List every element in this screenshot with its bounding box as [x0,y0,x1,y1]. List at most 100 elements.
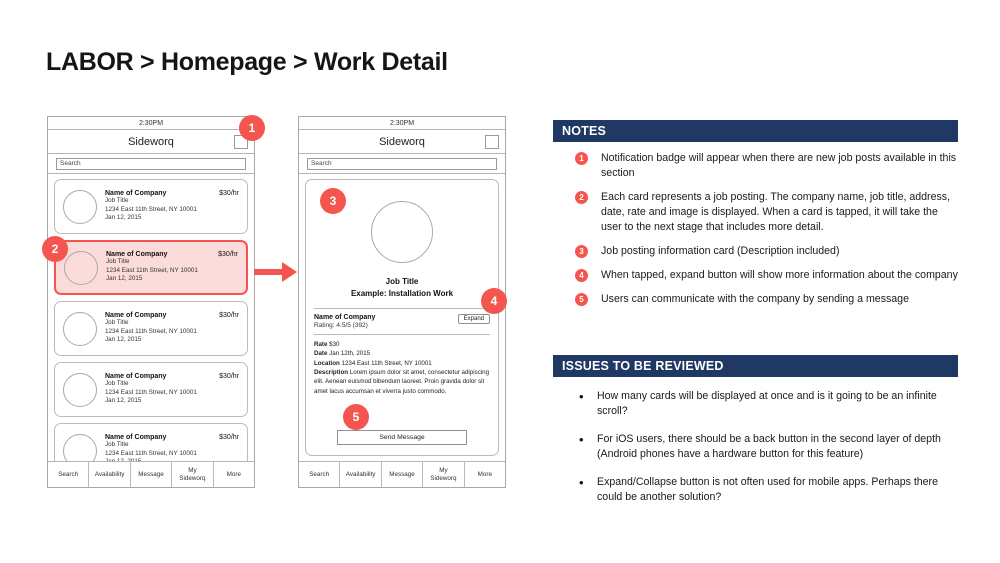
issues-list: • How many cards will be displayed at onc… [553,377,958,505]
nav-item-search[interactable]: Search [48,462,90,487]
job-spec-row: Date Jan 12th, 2015 [314,349,490,358]
job-card[interactable]: Name of Company $30/hr Job Title 1234 East … [54,179,248,234]
company-name: Name of Company [105,373,167,381]
callout-badge-5: 5 [343,404,369,430]
app-title: Sideworq [379,135,425,148]
phone-mockup-job-detail: 2:30PM Sideworq Search Job Title Example… [298,116,506,488]
company-avatar [63,189,97,224]
bottom-nav: Search Availability Message My Sideworq More [48,461,254,487]
notification-box-icon[interactable] [485,135,499,149]
nav-item-message[interactable]: Message [131,462,173,487]
search-input[interactable]: Search [307,157,497,170]
job-card[interactable]: Name of Company $30/hr Job Title 1234 East … [54,240,248,295]
company-name: Name of Company [105,190,167,198]
job-example: Example: Installation Work [350,288,454,298]
note-text: Notification badge will appear when ther… [601,152,957,180]
job-card-top-row: Name of Company $30/hr [106,251,238,258]
job-date: Jan 12, 2015 [105,336,142,344]
callout-badge-3: 3 [320,188,346,214]
company-avatar [63,372,97,407]
job-date: Jan 12, 2015 [105,458,239,461]
job-card-top-row: Name of Company $30/hr [105,190,239,197]
issue-text: For iOS users, there should be a back bu… [597,433,941,461]
note-badge: 5 [575,293,588,307]
callout-badge-4: 4 [481,288,507,314]
note-badge: 2 [575,191,588,205]
send-message-wrapper: Send Message [314,430,490,449]
divider [314,334,490,336]
issue-item: • How many cards will be displayed at onc… [579,389,958,419]
job-rate: $30/hr [219,312,239,320]
nav-item-availability[interactable]: Availability [340,462,382,487]
company-rating: Rating: 4.5/5 (392) [314,322,368,330]
company-avatar [63,433,97,461]
note-item: 3 Job posting information card (Descripti… [553,244,958,259]
issue-text: Expand/Collapse button is not often used… [597,476,938,504]
job-card[interactable]: Name of Company $30/hr Job Title 1234 East … [54,301,248,356]
company-block: Name of Company Rating: 4.5/5 (392) [314,314,375,329]
callout-badge-2: 2 [42,236,68,262]
bottom-nav: Search Availability Message My Sideworq More [299,461,505,487]
status-bar: 2:30PM [299,117,505,130]
job-title: Job Title [105,380,129,388]
callout-badge-1: 1 [239,115,265,141]
job-title-block: Job Title Example: Installation Work [314,276,490,299]
nav-item-availability[interactable]: Availability [89,462,131,487]
page-title: LABOR > Homepage > Work Detail [46,48,448,76]
job-address: 1234 East 11th Street, NY 10001 [105,449,197,457]
job-card-top-row: Name of Company $30/hr [105,434,239,441]
company-avatar [63,311,97,346]
spec-label: Location [314,359,340,367]
job-card[interactable]: Name of Company $30/hr Job Title 1234 East … [54,362,248,417]
status-bar: 2:30PM [48,117,254,130]
spec-value: Jan 12th, 2015 [327,350,371,358]
note-item: 1 Notification badge will appear when the… [553,151,958,181]
job-address: 1234 East 11th Street, NY 10001 [105,205,197,213]
job-address: 1234 East 11th Street, NY 10001 [106,266,198,274]
bullet-icon: • [579,475,584,491]
job-card-list: Name of Company $30/hr Job Title 1234 East … [48,174,254,461]
search-bar: Search [299,154,505,174]
search-bar: Search [48,154,254,174]
nav-item-my-sideworq[interactable]: My Sideworq [423,462,465,487]
note-badge: 1 [575,152,588,165]
note-item: 2 Each card represents a job posting. The… [553,190,958,235]
job-detail-card: Job Title Example: Installation Work Nam… [305,179,499,456]
company-name: Name of Company [106,251,168,259]
note-badge: 4 [575,269,588,283]
company-name: Name of Company [314,314,376,322]
detail-wrapper: Job Title Example: Installation Work Nam… [299,174,505,461]
issues-heading: ISSUES TO BE REVIEWED [553,355,958,377]
job-card-info: Name of Company $30/hr Job Title 1234 East … [105,434,239,461]
phone-mockup-job-list: 2:30PM Sideworq Search Name of Company $3… [47,116,255,488]
job-card[interactable]: Name of Company $30/hr Job Title 1234 East … [54,423,248,461]
issue-item: • Expand/Collapse button is not often use… [579,475,958,505]
job-title: Job Title [105,197,129,205]
notes-panel: NOTES 1 Notification badge will appear wh… [553,120,958,316]
note-badge: 3 [575,245,588,259]
nav-item-more[interactable]: More [214,462,254,487]
app-bar: Sideworq [299,130,505,154]
nav-item-message[interactable]: Message [382,462,424,487]
spec-label: Rate [314,341,328,349]
app-title: Sideworq [128,135,174,148]
issues-panel: ISSUES TO BE REVIEWED • How many cards wi… [553,355,958,518]
note-item: 4 When tapped, expand button will show mo… [553,268,958,283]
arrow-head [282,262,297,282]
spec-value: 1234 East 11th Street, NY 10001 [339,359,432,367]
app-bar: Sideworq [48,130,254,154]
job-detail-body: Job Title Example: Installation Work Nam… [299,174,505,461]
nav-item-my-sideworq[interactable]: My Sideworq [172,462,214,487]
job-date: Jan 12, 2015 [105,214,142,222]
job-list-body: Name of Company $30/hr Job Title 1234 East … [48,174,254,461]
status-time: 2:30PM [389,119,415,127]
search-input[interactable]: Search [56,157,246,170]
note-text: Users can communicate with the company b… [601,293,909,306]
issue-item: • For iOS users, there should be a back b… [579,432,958,462]
company-header: Name of Company Rating: 4.5/5 (392) Expa… [314,314,490,329]
nav-item-more[interactable]: More [465,462,505,487]
expand-button[interactable]: Expand [457,314,490,325]
nav-item-search[interactable]: Search [299,462,341,487]
job-address: 1234 East 11th Street, NY 10001 [105,388,197,396]
send-message-button[interactable]: Send Message [337,430,467,445]
